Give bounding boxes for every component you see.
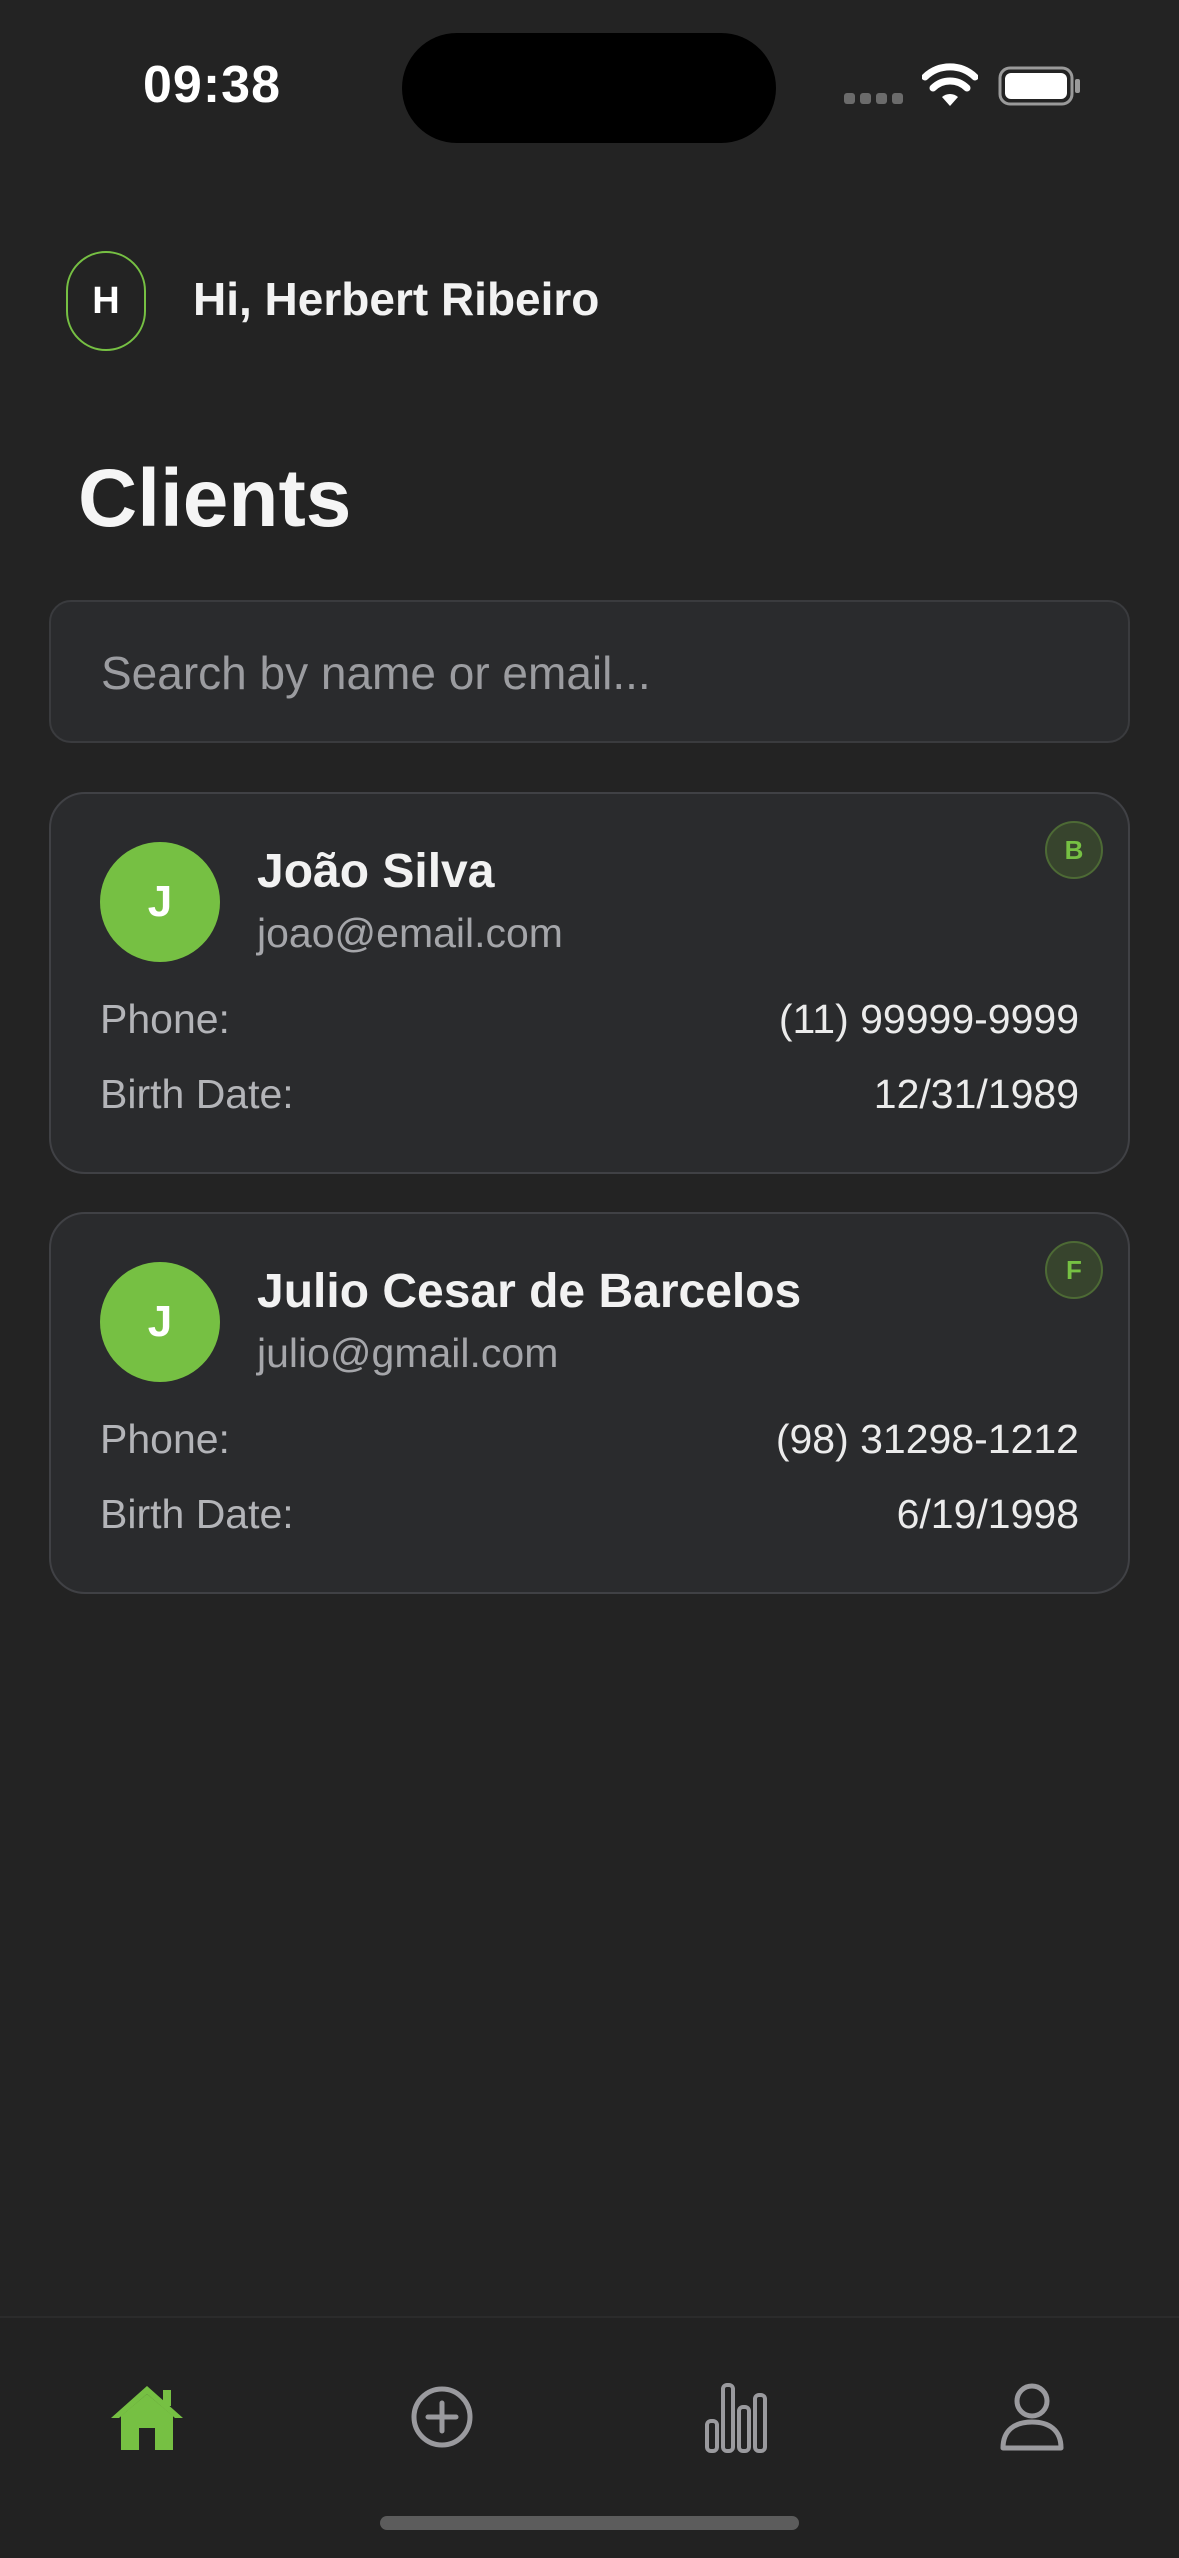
client-name: João Silva bbox=[257, 845, 495, 898]
phone-row: Phone: (11) 99999-9999 bbox=[100, 994, 1079, 1044]
birth-date-row: Birth Date: 12/31/1989 bbox=[100, 1069, 1079, 1119]
client-type-badge: B bbox=[1045, 821, 1103, 879]
client-avatar: J bbox=[100, 1262, 220, 1382]
status-time: 09:38 bbox=[143, 56, 281, 114]
tab-home[interactable] bbox=[92, 2362, 202, 2472]
status-bar: 09:38 bbox=[0, 0, 1179, 143]
birth-date-value: 12/31/1989 bbox=[873, 1070, 1079, 1117]
home-icon bbox=[111, 2386, 183, 2450]
phone-label: Phone: bbox=[100, 1415, 230, 1462]
client-card[interactable]: J Julio Cesar de Barcelos julio@gmail.co… bbox=[49, 1212, 1130, 1594]
client-card[interactable]: J João Silva joao@email.com B Phone: (11… bbox=[49, 792, 1130, 1174]
phone-label: Phone: bbox=[100, 995, 230, 1042]
tab-add-client[interactable] bbox=[387, 2362, 497, 2472]
tab-profile[interactable] bbox=[977, 2362, 1087, 2472]
birth-date-label: Birth Date: bbox=[100, 1070, 294, 1117]
battery-icon bbox=[998, 66, 1080, 106]
cellular-signal-icon bbox=[844, 93, 904, 107]
home-indicator bbox=[380, 2516, 799, 2530]
search-box[interactable] bbox=[49, 600, 1130, 743]
wifi-icon bbox=[922, 63, 978, 106]
page-title: Clients bbox=[78, 453, 352, 544]
user-avatar[interactable]: H bbox=[66, 251, 146, 351]
birth-date-row: Birth Date: 6/19/1998 bbox=[100, 1489, 1079, 1539]
bar-chart-icon bbox=[705, 2383, 767, 2453]
birth-date-value: 6/19/1998 bbox=[896, 1490, 1079, 1537]
plus-circle-icon bbox=[411, 2386, 473, 2448]
dynamic-island bbox=[402, 33, 776, 143]
client-type-badge: F bbox=[1045, 1241, 1103, 1299]
greeting-text: Hi, Herbert Ribeiro bbox=[193, 273, 600, 325]
client-avatar: J bbox=[100, 842, 220, 962]
tab-reports[interactable] bbox=[682, 2362, 792, 2472]
client-name: Julio Cesar de Barcelos bbox=[257, 1265, 802, 1318]
birth-date-label: Birth Date: bbox=[100, 1490, 294, 1537]
phone-value: (98) 31298-1212 bbox=[775, 1415, 1079, 1462]
phone-row: Phone: (98) 31298-1212 bbox=[100, 1414, 1079, 1464]
user-icon bbox=[1000, 2383, 1064, 2451]
client-email: joao@email.com bbox=[257, 910, 563, 956]
phone-value: (11) 99999-9999 bbox=[778, 995, 1079, 1042]
search-input[interactable] bbox=[99, 602, 1083, 743]
client-email: julio@gmail.com bbox=[257, 1330, 559, 1376]
